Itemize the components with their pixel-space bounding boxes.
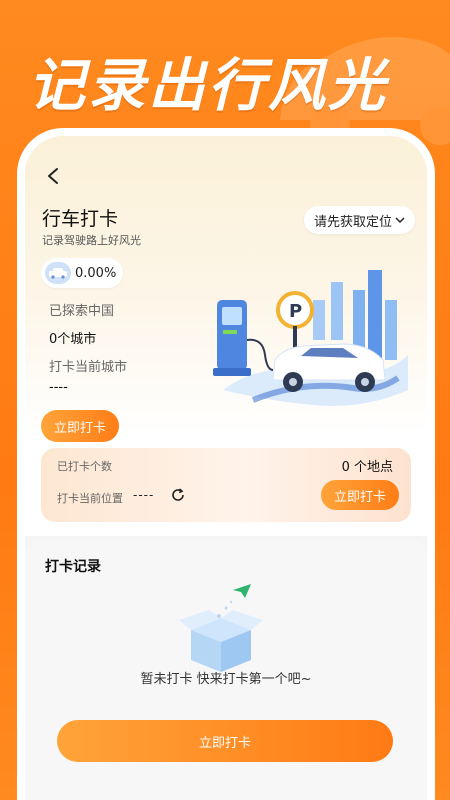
empty-box-illustration xyxy=(179,584,263,672)
location-label: 请先获取定位 xyxy=(313,214,392,230)
explored-percent: 0.00% xyxy=(75,265,117,281)
checkin-count-card: 已打卡个数 0 个地点 打卡当前位置 ---- 立即打卡 xyxy=(41,448,411,522)
records-title: 打卡记录 xyxy=(45,559,101,575)
back-arrow-icon xyxy=(48,168,58,184)
promo-headline: 记录出行风光 xyxy=(28,53,388,119)
page-title: 行车打卡 xyxy=(42,208,119,230)
car-icon xyxy=(45,262,71,284)
app-screen: 行车打卡 记录驾驶路上好风光 请先获取定位 0.00% 已探索中国 0个城市 打… xyxy=(25,136,427,800)
current-position-label: 打卡当前位置 xyxy=(57,492,123,505)
checkin-button-card[interactable]: 立即打卡 xyxy=(321,480,399,510)
checkin-button-top[interactable]: 立即打卡 xyxy=(41,410,119,442)
checkin-records-section: 打卡记录 暂未打卡 快来打卡第一个吧~ 立即打卡 xyxy=(25,540,427,800)
checkin-count-label: 已打卡个数 xyxy=(57,460,112,473)
page-subtitle: 记录驾驶路上好风光 xyxy=(42,234,141,247)
checkin-button-bottom-label: 立即打卡 xyxy=(198,735,251,751)
back-button[interactable] xyxy=(41,164,65,188)
checkin-count-value: 0 个地点 xyxy=(341,460,393,475)
phone-frame: 行车打卡 记录驾驶路上好风光 请先获取定位 0.00% 已探索中国 0个城市 打… xyxy=(17,128,435,800)
checkin-button-bottom[interactable]: 立即打卡 xyxy=(57,720,393,762)
checkin-button-card-label: 立即打卡 xyxy=(333,489,386,505)
get-location-button[interactable]: 请先获取定位 xyxy=(303,206,415,234)
current-city-value: ---- xyxy=(49,380,68,395)
chevron-down-icon xyxy=(395,217,405,224)
city-count: 0个城市 xyxy=(49,332,97,347)
refresh-icon[interactable] xyxy=(170,487,186,503)
ev-charging-illustration: P xyxy=(213,270,408,406)
explored-percent-badge: 0.00% xyxy=(41,258,123,288)
explored-label: 已探索中国 xyxy=(49,304,115,319)
checkin-button-label: 立即打卡 xyxy=(53,420,106,436)
current-city-label: 打卡当前城市 xyxy=(49,360,128,375)
svg-text:P: P xyxy=(289,301,302,322)
empty-records-text: 暂未打卡 快来打卡第一个吧~ xyxy=(140,672,312,687)
current-position-value: ---- xyxy=(133,488,155,502)
